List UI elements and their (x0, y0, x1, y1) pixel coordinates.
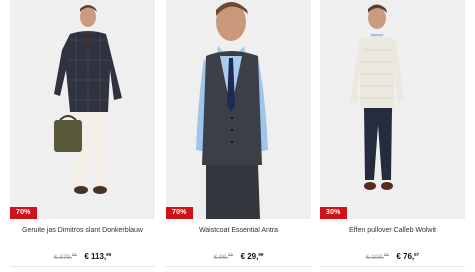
product-photo-waistcoat (166, 0, 311, 219)
divider (320, 266, 465, 267)
product-name[interactable]: Geruite jas Dimitros slant Donkerblauw (10, 226, 155, 236)
new-price: € 76,97 (396, 252, 420, 261)
old-price: € 109,95 (365, 252, 389, 261)
discount-badge: 70% (166, 207, 193, 219)
product-image[interactable]: 70% (10, 0, 155, 219)
old-price: € 99,95 (213, 252, 234, 261)
divider (10, 266, 155, 267)
price-row: € 109,95 € 76,97 (320, 249, 465, 264)
product-name[interactable]: Waistcoat Essential Antra (166, 226, 311, 236)
price-row: € 379,95 € 113,99 (10, 249, 155, 264)
product-photo-pullover (320, 0, 465, 219)
product-image[interactable]: 30% (320, 0, 465, 219)
product-photo-coat (10, 0, 155, 219)
new-price: € 113,99 (84, 252, 112, 261)
discount-badge: 70% (10, 207, 37, 219)
price-row: € 99,95 € 29,99 (166, 249, 311, 264)
product-card[interactable]: 30% Effen pullover Calleb Wolwit € 109,9… (320, 0, 465, 272)
product-grid: 70% Geruite jas Dimitros slant Donkerbla… (0, 0, 475, 272)
product-name[interactable]: Effen pullover Calleb Wolwit (320, 226, 465, 236)
divider (166, 266, 311, 267)
new-price: € 29,99 (240, 252, 264, 261)
old-price: € 379,95 (53, 252, 77, 261)
product-card[interactable]: 70% Waistcoat Essential Antra € 99,95 € … (166, 0, 311, 272)
product-image[interactable]: 70% (166, 0, 311, 219)
discount-badge: 30% (320, 207, 347, 219)
product-card[interactable]: 70% Geruite jas Dimitros slant Donkerbla… (10, 0, 155, 272)
